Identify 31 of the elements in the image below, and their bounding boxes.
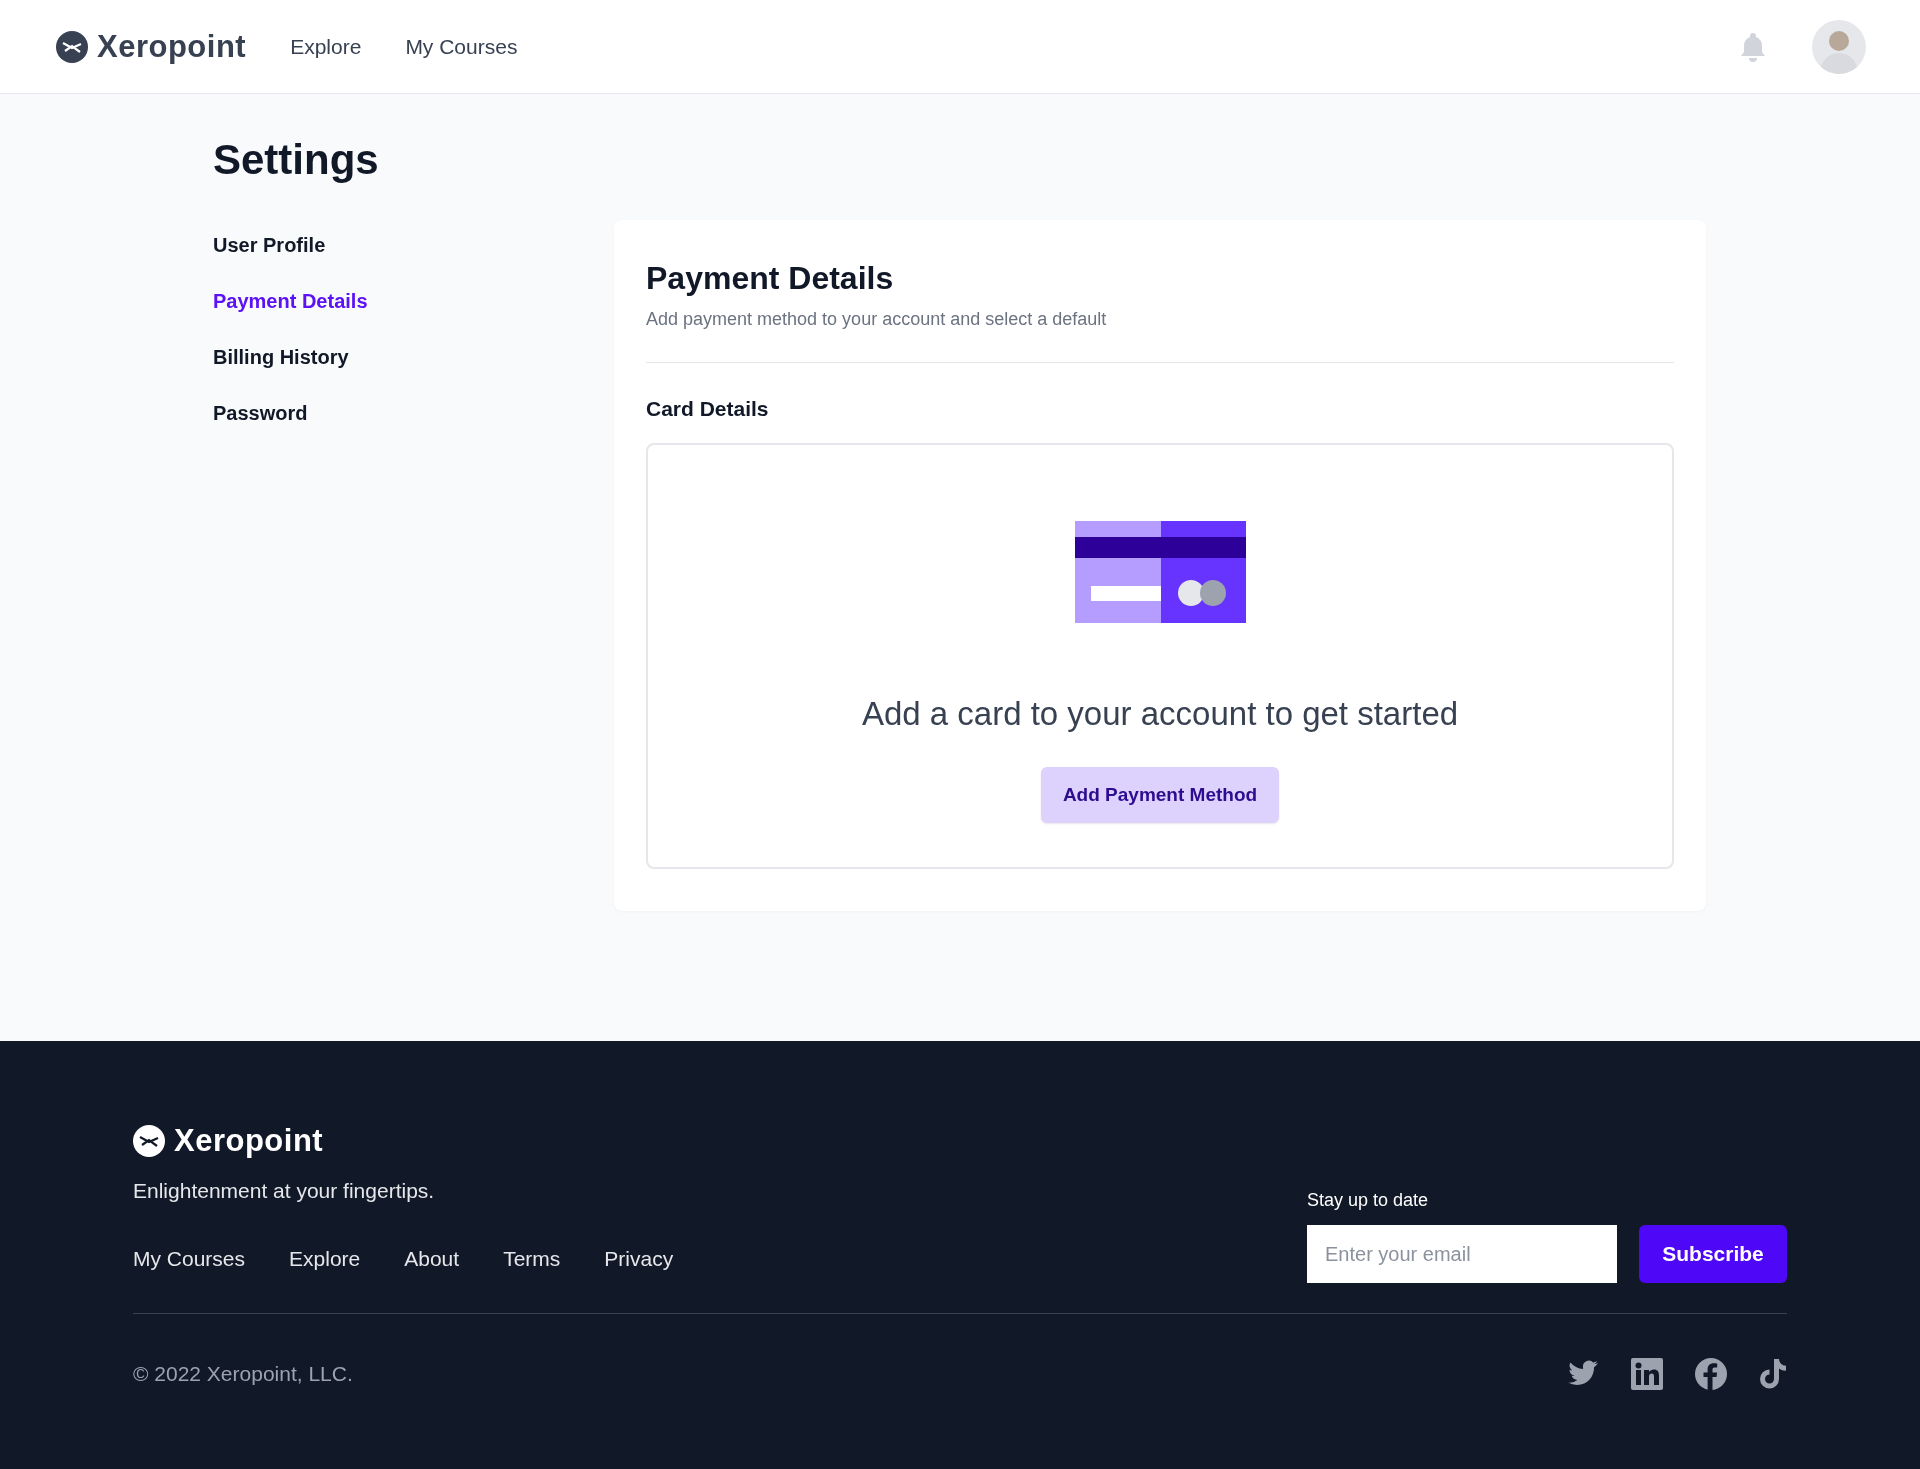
facebook-icon[interactable] bbox=[1695, 1358, 1727, 1390]
copyright: © 2022 Xeropoint, LLC. bbox=[133, 1362, 353, 1386]
footer-link[interactable]: Explore bbox=[289, 1247, 361, 1271]
sidebar-item[interactable]: Password bbox=[213, 402, 614, 425]
brand-name[interactable]: Xeropoint bbox=[174, 1123, 324, 1159]
panel-title: Payment Details bbox=[646, 260, 895, 297]
brand-name[interactable]: Xeropoint bbox=[97, 28, 247, 65]
nav-link[interactable]: My Courses bbox=[405, 34, 518, 59]
page-title: Settings bbox=[213, 136, 380, 184]
logo-icon bbox=[56, 30, 88, 63]
bird-icon[interactable] bbox=[1567, 1360, 1599, 1388]
footer-link[interactable]: About bbox=[404, 1247, 460, 1271]
sidebar-item[interactable]: User Profile bbox=[213, 234, 614, 257]
linkedin-icon[interactable] bbox=[1631, 1358, 1663, 1390]
sidebar-item[interactable]: Billing History bbox=[213, 346, 614, 369]
tagline: Enlightenment at your fingertips. bbox=[133, 1179, 436, 1203]
sidebar-item[interactable]: Payment Details bbox=[213, 290, 614, 313]
logo-icon bbox=[133, 1125, 165, 1157]
panel-subtitle: Add payment method to your account and select a default bbox=[646, 309, 1108, 330]
newsletter-label: Stay up to date bbox=[1307, 1190, 1430, 1211]
credit-card-icon bbox=[1074, 521, 1246, 623]
music-note-icon[interactable] bbox=[1759, 1358, 1787, 1390]
subscribe-button[interactable]: Subscribe bbox=[1639, 1225, 1787, 1283]
footer-link[interactable]: Privacy bbox=[604, 1247, 674, 1271]
footer-link[interactable]: My Courses bbox=[133, 1247, 246, 1271]
section-title: Card Details bbox=[646, 397, 770, 421]
add-payment-button[interactable]: Add Payment Method bbox=[1040, 767, 1280, 823]
empty-message: Add a card to your account to get started bbox=[861, 695, 1459, 733]
email-field[interactable]: Enter your email bbox=[1307, 1225, 1617, 1283]
nav-link[interactable]: Explore bbox=[290, 34, 362, 59]
footer-link[interactable]: Terms bbox=[503, 1247, 561, 1271]
